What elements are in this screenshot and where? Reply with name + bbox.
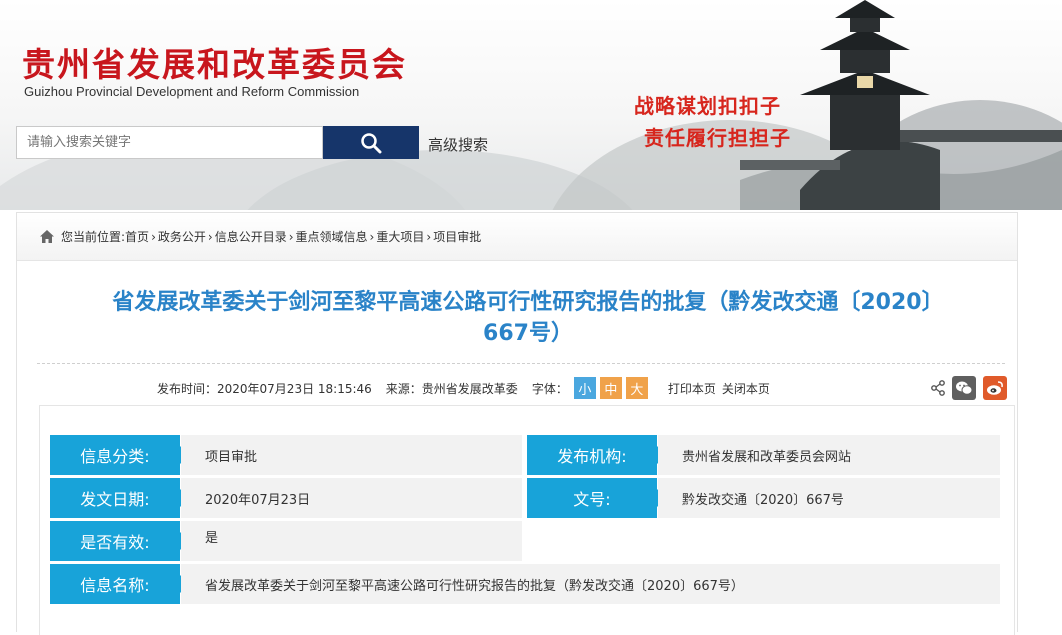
breadcrumb-item-major-projects[interactable]: 重大项目 <box>376 228 424 245</box>
article-title-line-2: 667号） <box>483 321 573 346</box>
content-panel: 您当前位置: 首页 › 政务公开 › 信息公开目录 › 重点领域信息 › 重大项… <box>16 212 1018 635</box>
breadcrumb-separator: › <box>369 229 375 244</box>
pagoda-illustration <box>740 0 1062 210</box>
info-table: 信息分类: 项目审批 发布机构: 贵州省发展和改革委员会网站 发文日期: 202… <box>39 405 1015 635</box>
category-value: 项目审批 <box>181 435 522 475</box>
info-name-value: 省发展改革委关于剑河至黎平高速公路可行性研究报告的批复（黔发改交通〔2020〕6… <box>181 564 1000 604</box>
share-icon[interactable] <box>929 376 947 400</box>
breadcrumb-item-project-approval[interactable]: 项目审批 <box>433 228 481 245</box>
article-title-line-1: 省发展改革委关于剑河至黎平高速公路可行性研究报告的批复（黔发改交通〔2020〕 <box>112 290 944 315</box>
close-page-link[interactable]: 关闭本页 <box>722 380 770 397</box>
category-label: 信息分类: <box>50 435 189 475</box>
site-subtitle: Guizhou Provincial Development and Refor… <box>24 84 360 99</box>
article-meta: 发布时间：2020年07月23日 18:15:46 来源：贵州省发展改革委 字体… <box>157 377 776 399</box>
divider <box>37 363 1005 364</box>
print-page-link[interactable]: 打印本页 <box>668 380 716 397</box>
wechat-icon[interactable] <box>952 376 976 400</box>
info-name-label: 信息名称: <box>50 564 189 604</box>
doc-number-label: 文号: <box>527 478 666 518</box>
breadcrumb-separator: › <box>288 229 294 244</box>
font-medium-button[interactable]: 中 <box>599 377 622 399</box>
breadcrumb-separator: › <box>426 229 432 244</box>
issue-date-value: 2020年07月23日 <box>181 478 522 518</box>
font-small-button[interactable]: 小 <box>573 377 596 399</box>
source: 来源：贵州省发展改革委 <box>385 381 518 396</box>
breadcrumb: 您当前位置: 首页 › 政务公开 › 信息公开目录 › 重点领域信息 › 重大项… <box>17 213 1017 261</box>
issue-date-label: 发文日期: <box>50 478 189 518</box>
doc-number-value: 黔发改交通〔2020〕667号 <box>658 478 1000 518</box>
validity-label: 是否有效: <box>50 521 189 561</box>
font-large-button[interactable]: 大 <box>625 377 648 399</box>
breadcrumb-item-home[interactable]: 首页 <box>125 228 149 245</box>
breadcrumb-prefix: 您当前位置: <box>61 230 126 244</box>
breadcrumb-item-key-areas[interactable]: 重点领域信息 <box>296 228 368 245</box>
search-input[interactable] <box>16 126 323 159</box>
breadcrumb-separator: › <box>151 229 156 244</box>
publish-time: 发布时间：2020年07月23日 18:15:46 <box>157 381 372 396</box>
weibo-icon[interactable] <box>983 376 1007 400</box>
breadcrumb-item-info-catalog[interactable]: 信息公开目录 <box>215 228 287 245</box>
site-header: 贵州省发展和改革委员会 Guizhou Provincial Developme… <box>0 0 1062 210</box>
search-button[interactable] <box>323 126 419 159</box>
breadcrumb-separator: › <box>207 229 213 244</box>
validity-value: 是 <box>181 521 522 561</box>
breadcrumb-item-gov-affairs[interactable]: 政务公开 <box>158 228 206 245</box>
home-icon <box>40 230 54 243</box>
slogan-line-2: 责任履行担担子 <box>644 126 791 150</box>
font-size-label: 字体： <box>531 381 568 396</box>
search-icon <box>361 132 382 153</box>
publisher-label: 发布机构: <box>527 435 666 475</box>
article-title: 省发展改革委关于剑河至黎平高速公路可行性研究报告的批复（黔发改交通〔2020〕 … <box>53 287 1003 349</box>
slogan-line-1: 战略谋划扣扣子 <box>634 94 781 118</box>
advanced-search-link[interactable]: 高级搜索 <box>428 134 488 155</box>
site-title: 贵州省发展和改革委员会 <box>22 45 407 84</box>
publisher-value: 贵州省发展和改革委员会网站 <box>658 435 1000 475</box>
